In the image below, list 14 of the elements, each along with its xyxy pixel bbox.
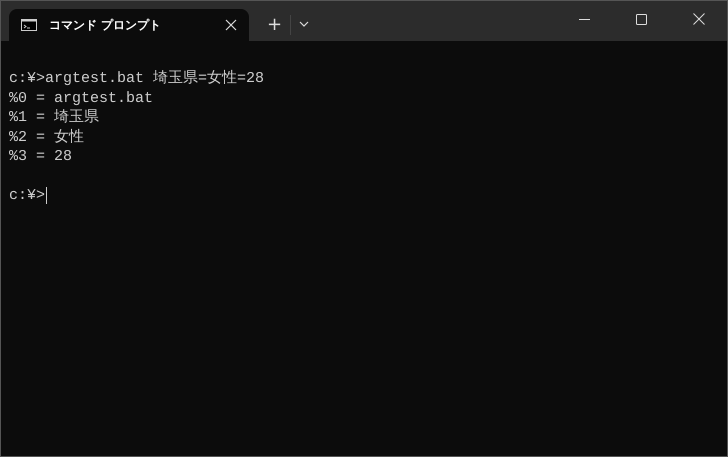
- maximize-icon[interactable]: [636, 14, 647, 25]
- output-line: %2 = 女性: [9, 128, 86, 147]
- output-line: %1 = 埼玉県: [9, 108, 100, 128]
- close-icon[interactable]: [693, 13, 705, 25]
- tab-title: コマンド プロンプト: [49, 16, 162, 34]
- output-line: c:¥>argtest.bat 埼玉県=女性=28: [9, 69, 266, 88]
- terminal-tab[interactable]: コマンド プロンプト: [9, 9, 249, 41]
- close-icon[interactable]: [225, 19, 237, 31]
- command-prompt-icon: [21, 19, 37, 31]
- chevron-down-icon[interactable]: [299, 21, 310, 27]
- new-tab-button[interactable]: +: [259, 14, 290, 35]
- output-line: %3 = 28: [9, 147, 74, 166]
- output-line: %0 = argtest.bat: [9, 88, 154, 108]
- prompt-text: c:¥>: [9, 186, 46, 206]
